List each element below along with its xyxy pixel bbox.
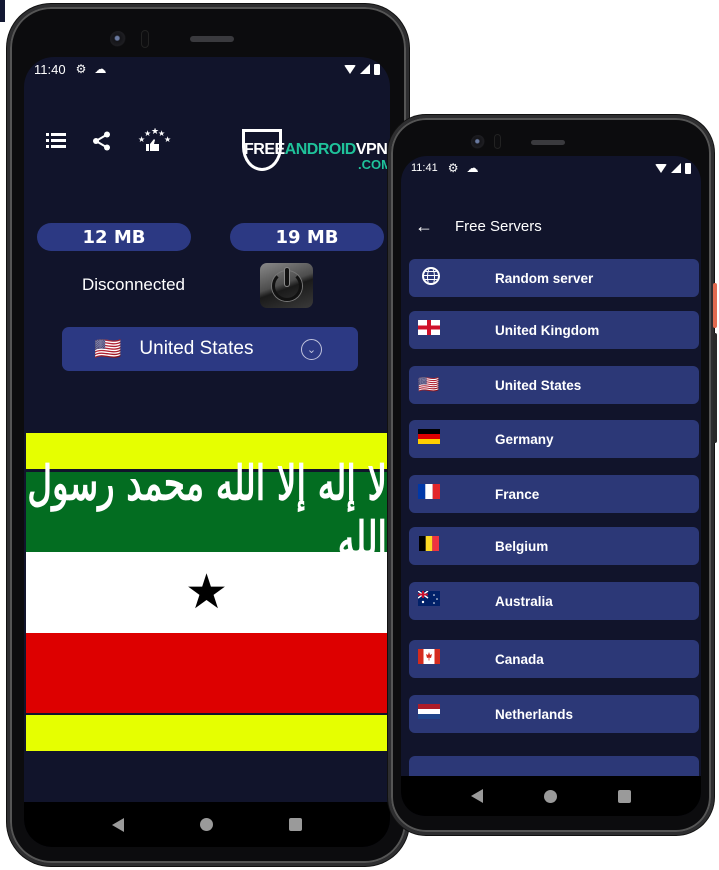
germany-flag-icon	[417, 429, 441, 449]
main-screen: 11:40 ⚙ ☁ ★ ★ ★ ★ ★ FREEANDROIDVPN .COM …	[24, 57, 390, 847]
nav-back-button[interactable]	[112, 817, 124, 832]
navigation-bar	[401, 776, 701, 816]
power-icon	[271, 267, 302, 301]
proximity-sensor	[141, 30, 149, 48]
server-item-france[interactable]: France	[409, 475, 699, 513]
app-logo: FREEANDROIDVPN .COM	[242, 129, 390, 175]
proximity-sensor	[494, 134, 501, 149]
server-item-belgium[interactable]: Belgium	[409, 527, 699, 565]
server-item-united-states[interactable]: 🇺🇸 United States	[409, 366, 699, 404]
server-item-germany[interactable]: Germany	[409, 420, 699, 458]
nav-home-button[interactable]	[200, 818, 213, 831]
server-name: France	[495, 486, 540, 502]
svg-text:★: ★	[164, 135, 171, 144]
flag-red-stripe	[26, 633, 387, 713]
nav-recents-button[interactable]	[617, 789, 631, 803]
status-bar: 11:40 ⚙ ☁	[24, 57, 390, 81]
us-flag-icon: 🇺🇸	[418, 375, 440, 394]
cell-signal-icon	[671, 163, 681, 173]
server-item-united-kingdom[interactable]: United Kingdom	[409, 311, 699, 349]
connect-power-button[interactable]	[260, 263, 313, 308]
server-name: United Kingdom	[495, 322, 600, 338]
server-item-netherlands[interactable]: Netherlands	[409, 695, 699, 733]
status-bar: 11:41 ⚙ ☁	[401, 156, 701, 180]
upload-traffic-badge: 19 MB	[230, 223, 384, 251]
download-traffic-badge: 12 MB	[37, 223, 191, 251]
corner-mark	[0, 0, 5, 22]
battery-icon	[685, 162, 691, 174]
server-name: Canada	[495, 651, 544, 667]
star-icon: ★	[184, 565, 229, 619]
globe-icon	[421, 266, 440, 285]
cell-signal-icon	[360, 64, 370, 74]
logo-text-vpn: VPN	[355, 141, 388, 158]
nav-home-button[interactable]	[543, 789, 557, 803]
uk-flag-icon	[417, 320, 441, 340]
server-name: Netherlands	[495, 706, 574, 722]
navigation-bar	[24, 802, 390, 847]
front-camera	[110, 31, 126, 47]
settings-status-icon: ⚙	[447, 161, 459, 175]
header: ← Free Servers	[415, 216, 542, 237]
phone-server-list: 11:41 ⚙ ☁ ← Free Servers Random server U…	[388, 115, 717, 835]
australia-flag-icon	[417, 590, 441, 611]
share-button[interactable]	[90, 129, 114, 153]
selected-country-flag-icon: 🇺🇸	[94, 336, 122, 361]
nav-back-button[interactable]	[471, 789, 484, 803]
netherlands-flag-icon	[417, 704, 441, 724]
status-time: 11:41	[411, 162, 438, 174]
wifi-icon	[344, 64, 356, 74]
wifi-icon	[655, 163, 667, 173]
earpiece-speaker	[531, 140, 565, 145]
canada-flag-icon	[417, 649, 441, 669]
page-title: Free Servers	[455, 218, 542, 235]
rate-app-button[interactable]: ★ ★ ★ ★ ★	[136, 128, 172, 153]
status-time: 11:40	[34, 61, 66, 77]
somaliland-flag-banner: لا إله إلا الله محمد رسول الله ★	[26, 433, 389, 751]
france-flag-icon	[417, 484, 441, 504]
server-item-random[interactable]: Random server	[409, 259, 699, 297]
selected-country-name: United States	[139, 338, 254, 359]
volume-side-button	[713, 333, 717, 443]
front-camera	[471, 135, 485, 149]
server-item-australia[interactable]: Australia	[409, 582, 699, 620]
battery-icon	[374, 63, 380, 75]
cloud-status-icon: ☁	[94, 62, 107, 76]
settings-status-icon: ⚙	[75, 62, 87, 76]
phone-main-screen: 11:40 ⚙ ☁ ★ ★ ★ ★ ★ FREEANDROIDVPN .COM …	[7, 4, 409, 866]
belgium-flag-icon	[417, 536, 441, 556]
cloud-status-icon: ☁	[466, 161, 479, 175]
rate-icon: ★★ ★★★	[138, 128, 171, 151]
server-list-button[interactable]	[44, 129, 68, 153]
list-icon	[46, 133, 66, 148]
back-arrow-icon[interactable]: ←	[415, 216, 439, 237]
flag-white-stripe: ★	[26, 552, 387, 633]
server-item-canada[interactable]: Canada	[409, 640, 699, 678]
logo-text-free: FREE	[244, 141, 285, 158]
server-name: Australia	[495, 593, 553, 609]
power-side-button	[713, 283, 717, 328]
toolbar: ★ ★ ★ ★ ★	[44, 128, 172, 153]
nav-recents-button[interactable]	[289, 818, 302, 831]
flag-green-stripe: لا إله إلا الله محمد رسول الله	[26, 456, 389, 568]
logo-text-com: .COM	[358, 157, 390, 172]
logo-text-android: ANDROID	[284, 141, 357, 158]
connection-status: Disconnected	[82, 275, 186, 294]
server-name: Germany	[495, 431, 554, 447]
server-name: United States	[495, 377, 582, 393]
server-list-screen: 11:41 ⚙ ☁ ← Free Servers Random server U…	[401, 156, 701, 816]
share-icon	[93, 131, 110, 151]
server-name: Belgium	[495, 538, 549, 554]
country-selector[interactable]: 🇺🇸 United States ⌄	[62, 327, 358, 371]
chevron-down-icon: ⌄	[301, 338, 322, 360]
earpiece-speaker	[190, 36, 234, 42]
banner-bottom-yellow-bar	[26, 715, 388, 751]
server-name: Random server	[495, 270, 594, 286]
